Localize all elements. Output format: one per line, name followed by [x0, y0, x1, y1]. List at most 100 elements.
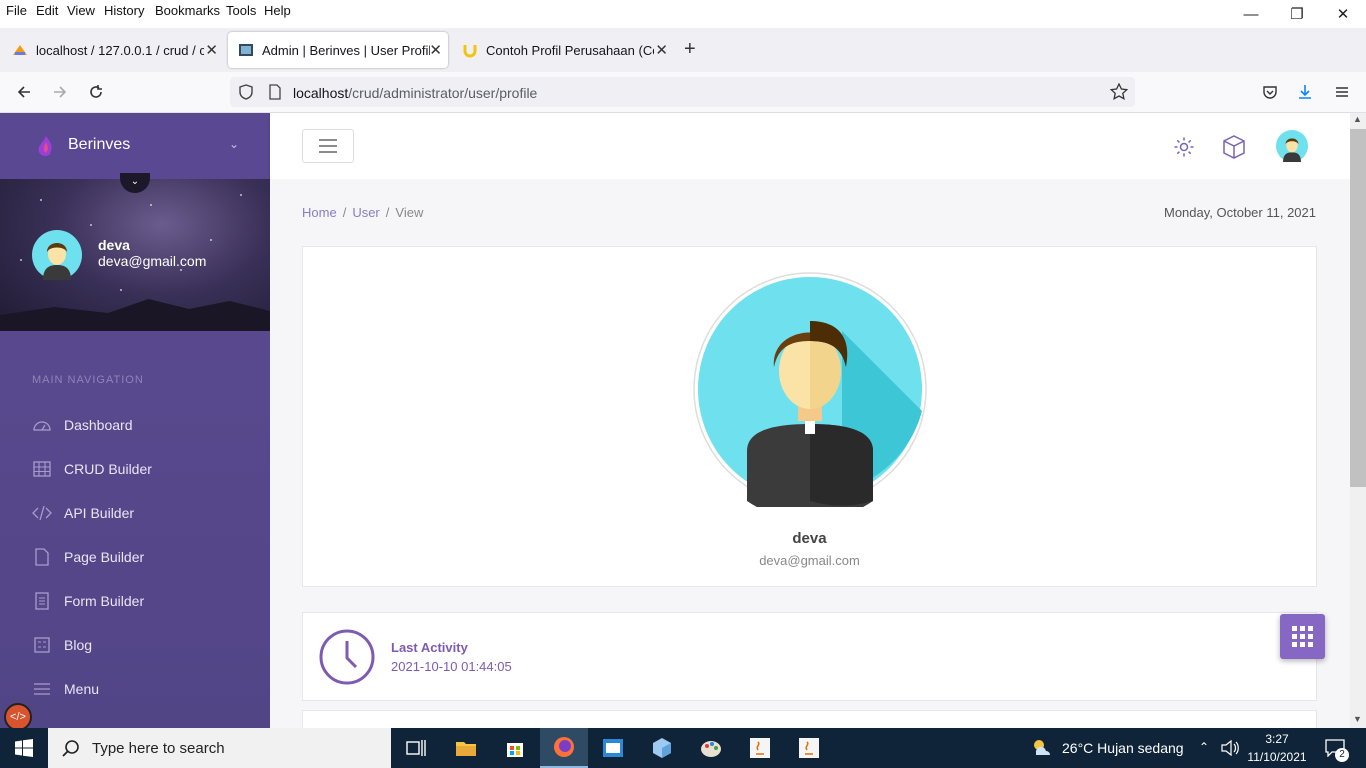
nav-section-title: MAIN NAVIGATION	[32, 374, 144, 386]
phpmyadmin-icon	[13, 45, 27, 55]
clock-time[interactable]: 3:27	[1250, 732, 1304, 746]
menu-bar: File Edit View History Bookmarks Tools H…	[0, 0, 1366, 24]
scrollbar-thumb[interactable]	[1350, 129, 1366, 487]
file-explorer-icon[interactable]	[442, 728, 490, 768]
taskbar-search[interactable]: Type here to search	[48, 728, 391, 768]
close-tab-icon[interactable]: ✕	[205, 41, 218, 59]
shield-icon[interactable]	[238, 84, 254, 100]
restore-icon[interactable]: ❐	[1274, 0, 1320, 28]
weather-icon[interactable]	[1030, 737, 1054, 759]
chevron-up-icon[interactable]: ⌃	[1199, 740, 1209, 754]
cube-icon[interactable]	[1223, 135, 1245, 159]
java-icon[interactable]	[785, 728, 833, 768]
code-icon	[32, 503, 52, 523]
url-path: /crud/administrator/user/profile	[348, 85, 538, 101]
close-tab-icon[interactable]: ✕	[655, 41, 668, 59]
sidebar-item-label: Form Builder	[64, 593, 145, 609]
tab-phpmyadmin[interactable]: localhost / 127.0.0.1 / crud / cc_ ✕	[2, 32, 224, 68]
blog-icon	[32, 635, 52, 655]
menu-tools[interactable]: Tools	[226, 3, 256, 18]
new-tab-icon[interactable]: +	[684, 38, 696, 61]
menu-bookmarks[interactable]: Bookmarks	[155, 3, 220, 18]
sidebar-item-label: Dashboard	[64, 417, 133, 433]
sidebar-item-dashboard[interactable]: Dashboard	[0, 403, 270, 447]
menu-file[interactable]: File	[6, 3, 27, 18]
reload-icon[interactable]	[83, 80, 109, 104]
back-icon[interactable]	[11, 80, 37, 104]
brand-name[interactable]: Berinves	[68, 136, 130, 154]
minimize-icon[interactable]: —	[1228, 0, 1274, 28]
address-bar[interactable]: localhost/crud/administrator/user/profil…	[230, 77, 1135, 107]
devtools-badge-icon[interactable]: </>	[4, 703, 32, 728]
form-icon	[32, 591, 52, 611]
sidebar-item-crud-builder[interactable]: CRUD Builder	[0, 447, 270, 491]
sidebar-item-api-builder[interactable]: API Builder	[0, 491, 270, 535]
sidebar-item-menu[interactable]: Menu	[0, 667, 270, 711]
java-icon[interactable]	[736, 728, 784, 768]
breadcrumb-home[interactable]: Home	[302, 205, 337, 220]
sidebar-toggle-button[interactable]	[302, 129, 354, 163]
company-site-icon	[463, 45, 477, 58]
notepad-icon[interactable]	[589, 728, 637, 768]
bookmark-star-icon[interactable]	[1110, 83, 1128, 101]
app-menu-icon[interactable]	[1329, 80, 1355, 104]
tab-title: Admin | Berinves | User Profile	[262, 42, 430, 58]
store-icon[interactable]	[491, 728, 539, 768]
breadcrumb-view: View	[395, 205, 424, 220]
tab-bar: localhost / 127.0.0.1 / crud / cc_ ✕ Adm…	[0, 28, 1366, 72]
menu-help[interactable]: Help	[264, 3, 291, 18]
landscape-silhouette	[0, 299, 270, 331]
user-email: deva@gmail.com	[98, 253, 207, 269]
menu-edit[interactable]: Edit	[36, 3, 58, 18]
windows-start-icon[interactable]	[0, 728, 48, 768]
search-icon	[62, 740, 79, 757]
sidebar-item-blog[interactable]: Blog	[0, 623, 270, 667]
firefox-taskbar-icon[interactable]	[540, 728, 588, 768]
sidebar-item-page-builder[interactable]: Page Builder	[0, 535, 270, 579]
task-view-icon[interactable]	[392, 728, 440, 768]
header-avatar[interactable]	[1276, 130, 1308, 162]
tab-company-profile[interactable]: Contoh Profil Perusahaan (Com ✕	[452, 32, 674, 68]
apps-grid-button[interactable]	[1280, 614, 1325, 659]
sidebar-item-label: API Builder	[64, 505, 135, 521]
clock-date[interactable]: 11/10/2021	[1245, 750, 1309, 764]
menu-history[interactable]: History	[104, 3, 144, 18]
scroll-down-icon[interactable]: ▼	[1353, 714, 1362, 724]
scrollbar[interactable]: ▲ ▼	[1350, 113, 1366, 728]
settings-gear-icon[interactable]	[1173, 136, 1195, 158]
last-activity-label: Last Activity	[391, 640, 468, 655]
breadcrumb-separator: /	[385, 205, 390, 220]
sidebar-item-label: Blog	[64, 637, 93, 653]
3d-viewer-icon[interactable]	[638, 728, 686, 768]
pocket-icon[interactable]	[1257, 80, 1283, 104]
sidebar-item-label: CRUD Builder	[64, 461, 152, 477]
speaker-icon[interactable]	[1221, 740, 1239, 756]
download-icon[interactable]	[1292, 80, 1318, 104]
profile-avatar	[693, 272, 927, 507]
paint-icon[interactable]	[687, 728, 735, 768]
file-icon	[32, 547, 52, 567]
url-host: localhost	[293, 85, 349, 101]
weather-text[interactable]: 26°C Hujan sedang	[1062, 740, 1184, 756]
close-tab-icon[interactable]: ✕	[429, 41, 442, 59]
tab-title: Contoh Profil Perusahaan (Com	[486, 42, 654, 58]
avatar[interactable]	[32, 230, 82, 280]
menu-view[interactable]: View	[67, 3, 95, 18]
last-activity-value: 2021-10-10 01:44:05	[391, 659, 512, 674]
tab-title: localhost / 127.0.0.1 / crud / cc_	[36, 42, 204, 58]
chevron-down-icon[interactable]: ⌄	[229, 137, 239, 151]
search-placeholder: Type here to search	[92, 739, 225, 757]
tab-user-profile[interactable]: Admin | Berinves | User Profile ✕	[228, 32, 448, 68]
hamburger-icon	[319, 139, 337, 153]
forward-icon[interactable]	[47, 80, 73, 104]
scroll-up-icon[interactable]: ▲	[1353, 114, 1362, 124]
page-info-icon[interactable]	[267, 84, 283, 100]
sidebar-item-form-builder[interactable]: Form Builder	[0, 579, 270, 623]
breadcrumb-separator: /	[342, 205, 347, 220]
table-icon	[32, 459, 52, 479]
brand-bar: Berinves ⌄	[0, 113, 270, 179]
close-window-icon[interactable]: ✕	[1320, 0, 1366, 28]
breadcrumb-user[interactable]: User	[352, 205, 379, 220]
notification-count-badge: 2	[1335, 748, 1349, 762]
windows-taskbar: Type here to search 26°C Hujan sedang ⌃ …	[0, 728, 1366, 768]
